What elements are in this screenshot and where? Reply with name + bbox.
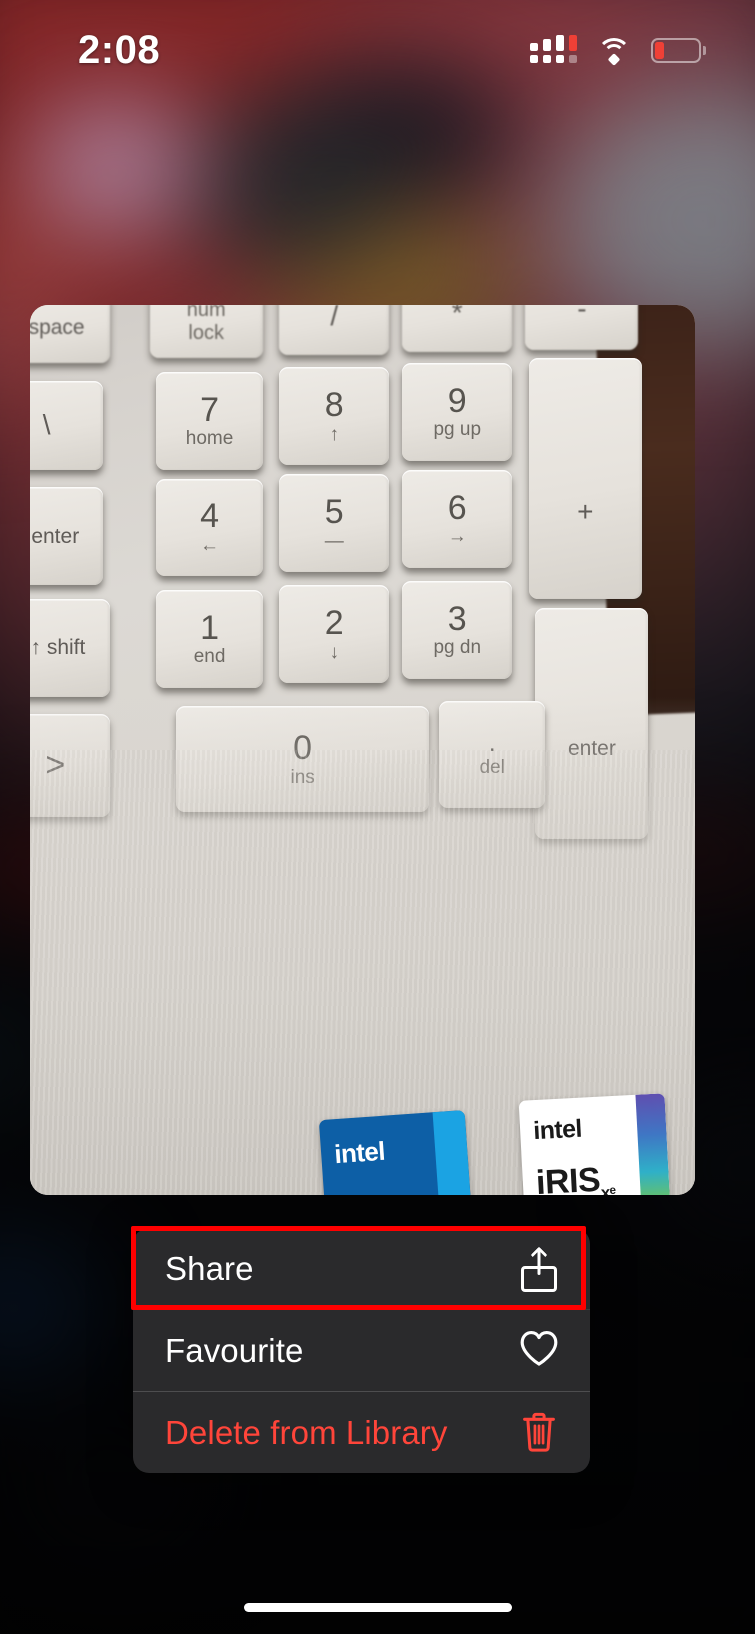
key-8-up: 8 ↑ xyxy=(279,367,390,466)
key-9-pgup: 9 pg up xyxy=(402,362,513,461)
status-bar: 2:08 xyxy=(0,0,755,100)
key-5: 5 — xyxy=(279,474,390,572)
menu-item-delete-from-library[interactable]: Delete from Library xyxy=(133,1392,590,1473)
menu-item-share[interactable]: Share xyxy=(133,1228,590,1309)
intel-iris-sticker: intel iRISxᵉ xyxy=(518,1093,672,1195)
battery-low-icon xyxy=(651,37,706,63)
photo-context-menu: Share Favourite Delete from Library xyxy=(133,1228,590,1473)
key-4-left: 4 ← xyxy=(156,478,263,577)
wifi-icon xyxy=(597,37,631,66)
trash-icon xyxy=(518,1410,560,1456)
key-backslash: \ xyxy=(30,380,104,470)
key-3-pgdn: 3 pg dn xyxy=(402,580,513,679)
key-plus: + xyxy=(528,358,642,599)
intel-core-sticker: intel core xyxy=(318,1109,474,1195)
key-shift: ↑ shift xyxy=(30,598,110,697)
cellular-signal-icon xyxy=(530,35,577,63)
menu-item-favourite[interactable]: Favourite xyxy=(133,1310,590,1391)
menu-item-favourite-label: Favourite xyxy=(165,1331,304,1369)
key-2-down: 2 ↓ xyxy=(279,585,390,684)
key-multiply: * xyxy=(402,305,513,353)
status-bar-indicators xyxy=(530,35,706,66)
key-divide: / xyxy=(279,305,390,355)
key-enter-small: enter xyxy=(30,487,104,586)
phone-screen: 2:08 space num lock / * - \ 7 home 8 ↑ 9… xyxy=(0,0,755,1634)
status-bar-time: 2:08 xyxy=(78,27,161,72)
menu-item-share-label: Share xyxy=(165,1249,254,1287)
home-indicator[interactable] xyxy=(243,1603,512,1612)
menu-item-delete-label: Delete from Library xyxy=(165,1413,448,1451)
key-7-home: 7 home xyxy=(156,371,263,470)
key-1-end: 1 end xyxy=(156,589,263,688)
heart-icon xyxy=(518,1328,560,1374)
key-num-lock: num lock xyxy=(149,305,263,359)
key-minus: - xyxy=(525,305,639,350)
share-icon xyxy=(518,1246,560,1292)
key-space: space xyxy=(30,305,110,363)
key-6-right: 6 → xyxy=(402,469,513,568)
photo-preview[interactable]: space num lock / * - \ 7 home 8 ↑ 9 pg u… xyxy=(30,305,695,1195)
